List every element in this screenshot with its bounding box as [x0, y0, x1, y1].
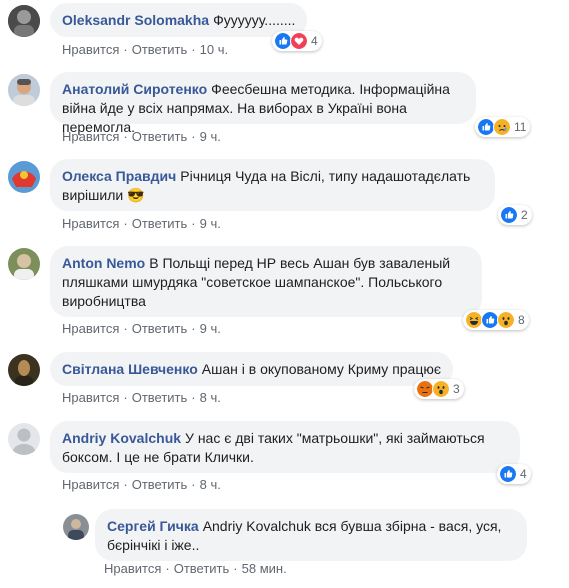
- like-link[interactable]: Нравится: [62, 390, 119, 405]
- separator: ·: [123, 216, 128, 231]
- comment-bubble: Сергей Гичка Andriy Kovalchuk вся бувша з…: [95, 509, 527, 561]
- like-link[interactable]: Нравится: [62, 216, 119, 231]
- reaction-summary[interactable]: 2: [498, 205, 532, 225]
- like-link[interactable]: Нравится: [62, 129, 119, 144]
- timestamp[interactable]: 9 ч.: [200, 321, 221, 336]
- wow-reaction-icon: [432, 380, 450, 398]
- comment-text: Фуууууу........: [213, 12, 296, 28]
- reply-link[interactable]: Ответить: [132, 216, 188, 231]
- avatar[interactable]: [63, 514, 89, 540]
- reaction-summary[interactable]: 4: [497, 464, 531, 484]
- separator: ·: [123, 390, 128, 405]
- like-reaction-icon: [499, 465, 517, 483]
- separator: ·: [233, 561, 238, 576]
- comment-actions: Нравится · Ответить · 10 ч.: [62, 42, 228, 58]
- separator: ·: [123, 129, 128, 144]
- wow-reaction-icon: [497, 311, 515, 329]
- comment-author[interactable]: Олекса Правдич: [62, 168, 176, 184]
- timestamp[interactable]: 8 ч.: [200, 477, 221, 492]
- timestamp[interactable]: 10 ч.: [200, 42, 228, 57]
- sad-reaction-icon: [493, 118, 511, 136]
- separator: ·: [191, 477, 196, 492]
- separator: ·: [191, 42, 196, 57]
- avatar[interactable]: [8, 248, 40, 280]
- separator: ·: [123, 321, 128, 336]
- avatar[interactable]: [8, 74, 40, 106]
- reply-link[interactable]: Ответить: [174, 561, 230, 576]
- reply-link[interactable]: Ответить: [132, 477, 188, 492]
- reply-link[interactable]: Ответить: [132, 129, 188, 144]
- comment-actions: Нравится · Ответить · 9 ч.: [62, 216, 221, 232]
- reaction-count: 2: [521, 208, 528, 222]
- like-link[interactable]: Нравится: [62, 42, 119, 57]
- avatar[interactable]: [8, 161, 40, 193]
- separator: ·: [191, 216, 196, 231]
- comment-actions: Нравится · Ответить · 9 ч.: [62, 321, 221, 337]
- like-link[interactable]: Нравится: [62, 477, 119, 492]
- comment-actions: Нравится · Ответить · 8 ч.: [62, 477, 221, 493]
- reaction-count: 3: [453, 382, 460, 396]
- comment-actions: Нравится · Ответить · 9 ч.: [62, 129, 221, 145]
- comment-bubble: Анатолий Сиротенко Феесбешна методика. Ін…: [50, 72, 476, 135]
- comment-actions: Нравится · Ответить · 8 ч.: [62, 390, 221, 406]
- reply-link[interactable]: Ответить: [132, 390, 188, 405]
- comment-bubble: Oleksandr Solomakha Фуууууу........: [50, 3, 308, 37]
- separator: ·: [191, 321, 196, 336]
- reply-link[interactable]: Ответить: [132, 321, 188, 336]
- like-link[interactable]: Нравится: [62, 321, 119, 336]
- reaction-summary[interactable]: 8: [463, 310, 529, 330]
- comment-bubble: Олекса Правдич Річниця Чуда на Віслі, тип…: [50, 159, 495, 211]
- separator: ·: [191, 129, 196, 144]
- reaction-count: 4: [520, 467, 527, 481]
- comment-author[interactable]: Anton Nemo: [62, 255, 145, 271]
- reaction-summary[interactable]: 3: [414, 379, 464, 399]
- comment-author[interactable]: Andriy Kovalchuk: [62, 430, 181, 446]
- reaction-summary[interactable]: 11: [475, 117, 531, 137]
- comment-author[interactable]: Сергей Гичка: [107, 518, 199, 534]
- like-reaction-icon: [500, 206, 518, 224]
- avatar[interactable]: [8, 423, 40, 455]
- reaction-summary[interactable]: 4: [272, 31, 322, 51]
- comment-bubble: Anton Nemo В Польщі перед НР весь Ашан бу…: [50, 246, 482, 317]
- comment-author[interactable]: Анатолий Сиротенко: [62, 81, 207, 97]
- comment-bubble: Andriy Kovalchuk У нас є дві таких "матрь…: [50, 421, 520, 473]
- reaction-count: 8: [518, 313, 525, 327]
- timestamp[interactable]: 8 ч.: [200, 390, 221, 405]
- comment-text: Ашан і в окупованому Криму працює: [201, 361, 442, 377]
- avatar[interactable]: [8, 354, 40, 386]
- comment-bubble: Світлана Шевченко Ашан і в окупованому Кр…: [50, 352, 454, 386]
- comment-actions: Нравится · Ответить · 58 мин.: [104, 561, 287, 577]
- like-link[interactable]: Нравится: [104, 561, 161, 576]
- separator: ·: [191, 390, 196, 405]
- avatar[interactable]: [8, 5, 40, 37]
- separator: ·: [165, 561, 170, 576]
- comment-author[interactable]: Світлана Шевченко: [62, 361, 198, 377]
- timestamp[interactable]: 9 ч.: [200, 129, 221, 144]
- reaction-count: 11: [514, 120, 527, 134]
- timestamp[interactable]: 58 мин.: [242, 561, 287, 576]
- reaction-count: 4: [311, 34, 318, 48]
- separator: ·: [123, 477, 128, 492]
- separator: ·: [123, 42, 128, 57]
- comment-author[interactable]: Oleksandr Solomakha: [62, 12, 209, 28]
- reply-link[interactable]: Ответить: [132, 42, 188, 57]
- timestamp[interactable]: 9 ч.: [200, 216, 221, 231]
- love-reaction-icon: [290, 32, 308, 50]
